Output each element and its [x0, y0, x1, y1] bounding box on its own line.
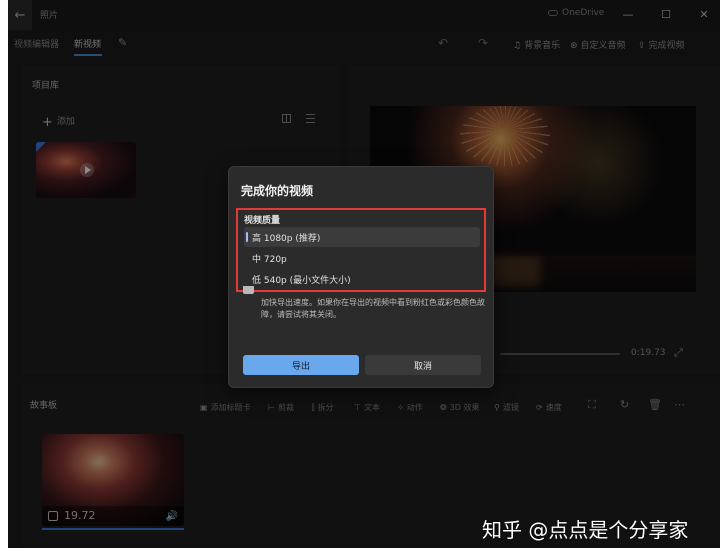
- hardware-acceleration-description: 加快导出速度。如果你在导出的视频中看到粉红色或彩色颜色故障，请尝试将其关闭。: [261, 298, 485, 319]
- selected-indicator: [246, 232, 248, 242]
- zhihu-watermark: 知乎 @点点是个分享家: [482, 518, 689, 542]
- video-quality-highlight: 视频质量 高 1080p (推荐) 中 720p 低 540p (最小文件大小): [236, 208, 486, 292]
- quality-option-high-label: 高 1080p (推荐): [252, 233, 321, 244]
- finish-video-dialog: 完成你的视频 视频质量 高 1080p (推荐) 中 720p 低 540p (…: [228, 166, 494, 388]
- quality-option-low[interactable]: 低 540p (最小文件大小): [244, 269, 480, 289]
- video-quality-label: 视频质量: [244, 216, 281, 226]
- cancel-button[interactable]: 取消: [365, 355, 481, 375]
- dialog-title: 完成你的视频: [241, 184, 314, 198]
- export-button[interactable]: 导出: [243, 355, 359, 375]
- quality-option-high[interactable]: 高 1080p (推荐): [244, 227, 480, 247]
- hardware-acceleration-checkbox[interactable]: [243, 286, 254, 294]
- screenshot-frame: ← 照片 OneDrive — ☐ ✕ 视频编辑器 新视频 ✎ ↶ ↷ ♫ 背景音…: [0, 0, 720, 558]
- photos-app-window: ← 照片 OneDrive — ☐ ✕ 视频编辑器 新视频 ✎ ↶ ↷ ♫ 背景音…: [8, 0, 720, 548]
- quality-option-medium-label: 中 720p: [252, 254, 287, 265]
- quality-option-low-label: 低 540p (最小文件大小): [252, 275, 351, 286]
- quality-option-medium[interactable]: 中 720p: [244, 248, 480, 268]
